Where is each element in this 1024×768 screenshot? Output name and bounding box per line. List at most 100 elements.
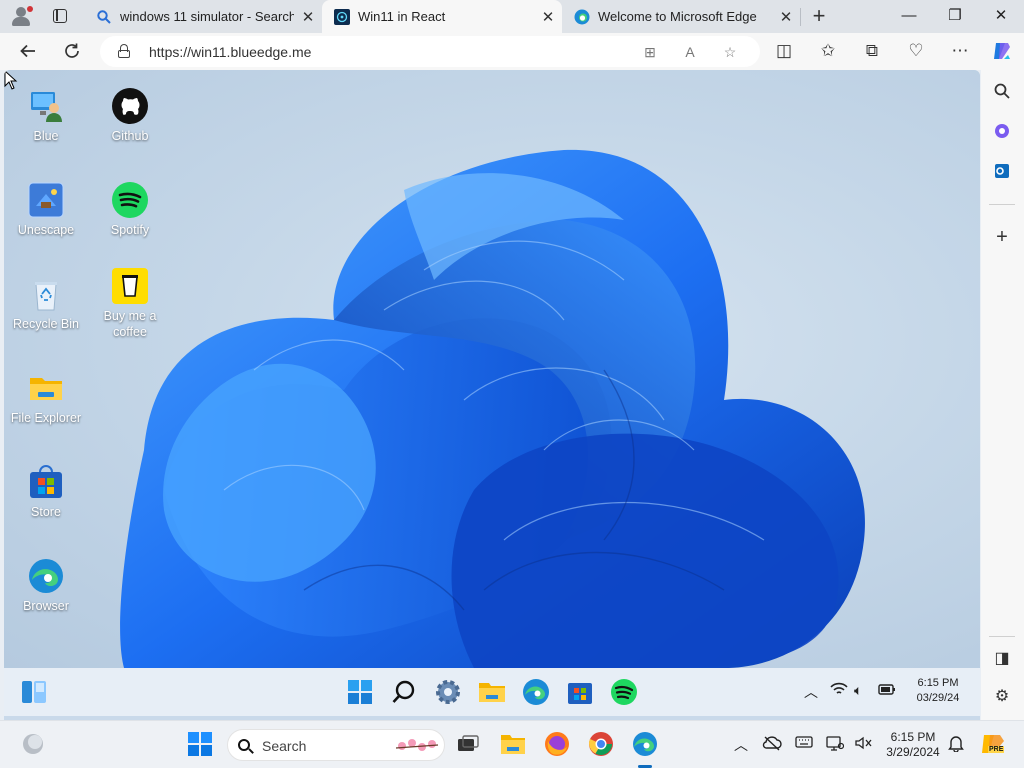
search-icon[interactable] — [390, 678, 418, 706]
read-aloud-icon[interactable]: A — [680, 42, 700, 62]
tab-title: Welcome to Microsoft Edge — [598, 9, 757, 24]
desktop-icon-label: Browser — [23, 599, 69, 613]
bloom-wallpaper — [120, 149, 865, 668]
lock-icon[interactable] — [118, 44, 130, 58]
restore-icon[interactable]: ❐ — [932, 0, 978, 33]
chevron-up-icon[interactable]: ︿ — [804, 682, 818, 702]
divider — [989, 204, 1015, 205]
battery-icon[interactable] — [878, 682, 896, 699]
chevron-up-icon[interactable]: ︿ — [734, 735, 748, 755]
desktop-icon-github[interactable]: Github — [92, 88, 168, 144]
tab-search[interactable]: windows 11 simulator - Search ✕ — [84, 0, 322, 33]
start-icon[interactable] — [187, 731, 213, 757]
keyboard-icon[interactable] — [795, 735, 813, 751]
chrome-icon[interactable] — [588, 731, 614, 757]
desktop-icon-label: Spotify — [110, 223, 150, 237]
user-pc-icon — [28, 88, 64, 124]
close-tab-icon[interactable]: ✕ — [294, 8, 322, 26]
search-input[interactable]: Search — [227, 729, 445, 761]
tab-win11-react[interactable]: Win11 in React ✕ — [322, 0, 562, 33]
folder-icon — [28, 370, 64, 406]
mouse-cursor-icon — [4, 70, 18, 90]
add-app-icon[interactable]: + — [989, 224, 1015, 250]
settings-icon[interactable] — [434, 678, 462, 706]
desktop-icon-blue[interactable]: Blue — [8, 88, 84, 144]
wallpaper: Blue Github Unescape Spotify Recycle Bin — [4, 70, 980, 668]
cloud-sync-icon[interactable] — [762, 735, 782, 754]
file-explorer-icon[interactable] — [478, 678, 506, 706]
os-clock[interactable]: 6:15 PM 3/29/2024 — [878, 730, 948, 760]
favorites-icon[interactable]: ✩ — [812, 35, 844, 67]
profile-icon[interactable] — [8, 4, 36, 28]
store-icon[interactable] — [566, 678, 594, 706]
desktop-icon-label: Store — [31, 505, 61, 519]
web-content: Blue Github Unescape Spotify Recycle Bin — [4, 70, 980, 720]
task-view-icon[interactable] — [455, 731, 481, 757]
new-tab-icon[interactable]: + — [806, 4, 832, 30]
favorite-star-icon[interactable]: ☆ — [720, 42, 740, 62]
edge-icon[interactable] — [632, 731, 658, 757]
display-icon[interactable] — [826, 735, 845, 754]
address-bar[interactable]: https://win11.blueedge.me ⊞ A ☆ — [100, 36, 760, 67]
tab-title: Win11 in React — [358, 9, 446, 24]
sim-clock-time: 6:15 PM — [917, 677, 959, 689]
sim-clock[interactable]: 6:15 PM 03/29/24 — [908, 676, 968, 706]
copilot-preview-icon[interactable]: PRE — [980, 731, 1006, 757]
desktop-icon-spotify[interactable]: Spotify — [92, 182, 168, 238]
firefox-icon[interactable] — [544, 731, 570, 757]
tab-welcome-edge[interactable]: Welcome to Microsoft Edge ✕ — [562, 0, 800, 33]
browser-essentials-icon[interactable]: ♡ — [900, 35, 932, 67]
divider — [800, 8, 801, 26]
spotify-icon[interactable] — [610, 678, 638, 706]
app-available-icon[interactable]: ⊞ — [640, 42, 660, 62]
edge-icon[interactable] — [522, 678, 550, 706]
wifi-icon[interactable] — [830, 682, 848, 699]
minimize-icon[interactable]: — — [886, 0, 932, 33]
desktop-icon-label: File Explorer — [10, 411, 82, 425]
split-screen-icon[interactable]: ◫ — [768, 35, 800, 67]
desktop-icon-browser[interactable]: Browser — [8, 558, 84, 614]
spotify-icon — [112, 182, 148, 218]
close-tab-icon[interactable]: ✕ — [534, 8, 562, 26]
hide-sidebar-icon[interactable]: ◨ — [989, 646, 1015, 672]
close-tab-icon[interactable]: ✕ — [772, 8, 800, 26]
copilot-icon[interactable] — [986, 35, 1018, 67]
search-icon[interactable] — [989, 78, 1015, 104]
store-icon — [28, 464, 64, 500]
tab-actions-icon[interactable] — [50, 7, 70, 25]
close-window-icon[interactable]: ✕ — [978, 0, 1024, 33]
sim-clock-date: 03/29/24 — [916, 692, 960, 704]
divider — [989, 636, 1015, 637]
back-icon[interactable] — [12, 35, 44, 67]
os-clock-time: 6:15 PM — [890, 730, 936, 744]
more-options-icon[interactable]: ⋯ — [944, 35, 976, 67]
desktop-icon-label: Recycle Bin — [13, 317, 79, 331]
url-text[interactable]: https://win11.blueedge.me — [149, 44, 311, 60]
desktop-icon-unescape[interactable]: Unescape — [8, 182, 84, 238]
widgets-icon[interactable] — [20, 678, 48, 706]
outlook-icon[interactable] — [989, 158, 1015, 184]
desktop-icon-recycle-bin[interactable]: Recycle Bin — [8, 276, 84, 332]
collections-icon[interactable]: ⧉ — [856, 35, 888, 67]
desktop-icon-buy-me-a-coffee[interactable]: Buy me a coffee — [92, 268, 168, 340]
volume-muted-icon[interactable] — [854, 735, 874, 754]
copilot-app-icon[interactable] — [989, 118, 1015, 144]
edge-icon — [28, 558, 64, 594]
file-explorer-icon[interactable] — [500, 731, 526, 757]
coffee-icon — [112, 268, 148, 304]
tab-title: windows 11 simulator - Search — [120, 9, 294, 24]
win11-react-icon — [334, 8, 350, 25]
refresh-icon[interactable] — [56, 35, 88, 67]
desktop-icon-store[interactable]: Store — [8, 464, 84, 520]
desktop-icon-label: Unescape — [17, 223, 75, 237]
weather-icon[interactable] — [20, 731, 46, 757]
start-icon[interactable] — [346, 678, 374, 706]
desktop-icon-file-explorer[interactable]: File Explorer — [8, 370, 84, 426]
os-clock-date: 3/29/2024 — [886, 745, 940, 759]
preview-badge: PRE — [988, 746, 1005, 753]
recycle-bin-icon — [28, 276, 64, 312]
notification-bell-icon[interactable] — [948, 734, 964, 755]
settings-icon[interactable]: ⚙ — [989, 684, 1015, 710]
volume-icon[interactable]: 🔈︎ — [854, 682, 862, 699]
edge-sidebar: + ◨ ⚙ — [981, 70, 1024, 720]
